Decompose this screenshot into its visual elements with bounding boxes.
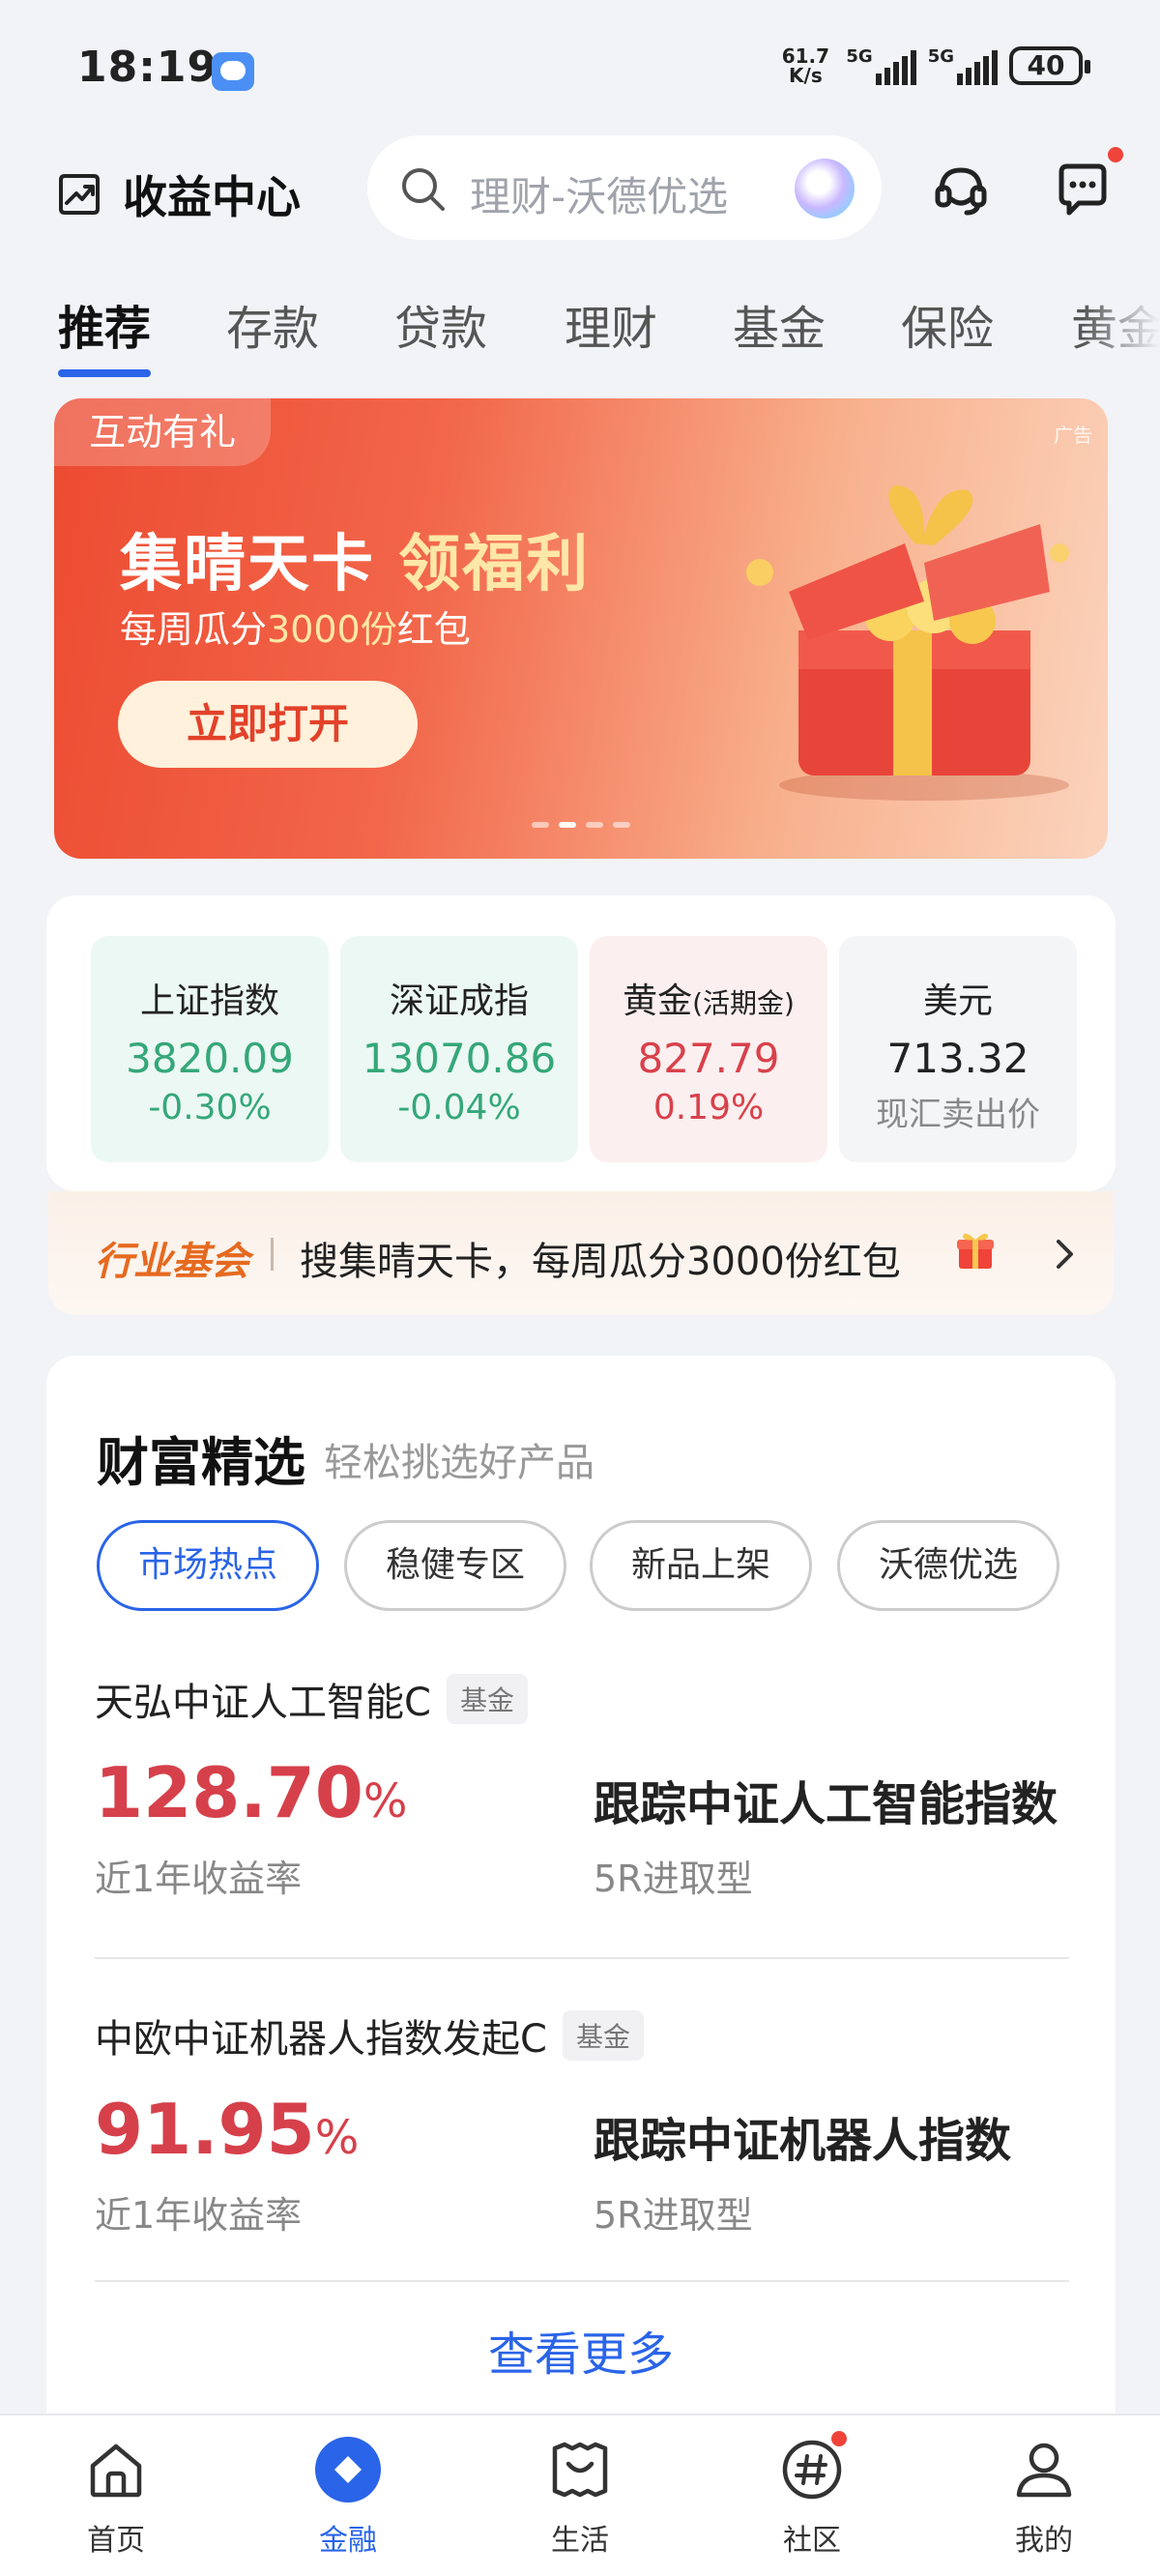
fund-type-badge: 基金 xyxy=(562,2010,644,2061)
fund-return-label: 近1年收益率 xyxy=(95,1858,303,1900)
open-now-button[interactable]: 立即打开 xyxy=(118,681,418,768)
home-icon xyxy=(90,2444,142,2498)
ad-label: 广告 xyxy=(1054,424,1092,447)
carousel-dot xyxy=(532,822,549,828)
finance-diamond-icon xyxy=(315,2437,381,2503)
notice-text: 搜集晴天卡，每周瓜分3000份红包 xyxy=(300,1240,901,1284)
fund-description: 跟踪中证人工智能指数 xyxy=(594,1777,1058,1831)
message-icon[interactable] xyxy=(1052,159,1114,220)
life-ticket-icon xyxy=(552,2442,608,2498)
tabbar-community[interactable]: 社区 xyxy=(735,2431,889,2559)
view-more-link[interactable]: 查看更多 xyxy=(46,2316,1116,2384)
tabbar-life[interactable]: 生活 xyxy=(503,2435,657,2559)
header: 收益中心 理财-沃德优选 xyxy=(0,135,1160,251)
profile-icon xyxy=(1016,2443,1072,2498)
tabbar-finance[interactable]: 金融 xyxy=(271,2435,425,2559)
tab-deposit[interactable]: 存款 xyxy=(226,290,319,358)
chip-new-products[interactable]: 新品上架 xyxy=(590,1520,812,1611)
notice-tag: 行业基会 xyxy=(95,1240,249,1284)
customer-service-headset-icon[interactable] xyxy=(930,159,992,220)
fund-type-badge: 基金 xyxy=(446,1674,528,1724)
carousel-dot xyxy=(613,822,630,828)
fund-risk-level: 5R进取型 xyxy=(594,1858,753,1900)
carousel-dot-active xyxy=(559,822,576,828)
search-placeholder: 理财-沃德优选 xyxy=(470,173,729,220)
market-tile-usd[interactable]: 美元 713.32 现汇卖出价 xyxy=(839,936,1077,1162)
earnings-center-button[interactable]: 收益中心 xyxy=(53,162,301,226)
fund-item[interactable]: 中欧中证机器人指数发起C 基金 91.95% 近1年收益率 跟踪中证机器人指数 … xyxy=(95,2007,1069,2237)
fund-item[interactable]: 天弘中证人工智能C 基金 128.70% 近1年收益率 跟踪中证人工智能指数 5… xyxy=(95,1671,1069,1900)
fund-description: 跟踪中证机器人指数 xyxy=(594,2114,1012,2168)
chevron-right-icon xyxy=(1057,1240,1073,1269)
status-time: 18:19 xyxy=(77,43,218,92)
category-tabs: 推荐 存款 贷款 理财 基金 保险 黄金 xyxy=(0,290,1160,387)
trend-chart-icon xyxy=(59,174,100,215)
message-unread-dot xyxy=(1108,147,1123,162)
tab-active-indicator xyxy=(58,369,151,377)
ai-assistant-icon[interactable] xyxy=(795,159,855,219)
wealth-selection-section: 财富精选 轻松挑选好产品 市场热点 稳健专区 新品上架 沃德优选 天弘中证人工智… xyxy=(46,1356,1116,2419)
fund-return-label: 近1年收益率 xyxy=(95,2194,303,2237)
search-icon xyxy=(402,168,445,211)
carousel-indicator xyxy=(532,822,630,828)
gift-icon xyxy=(957,1233,994,1269)
fund-return-rate: 91.95% xyxy=(95,2089,360,2170)
market-tile-shenzhen-index[interactable]: 深证成指 13070.86 -0.04% xyxy=(340,936,578,1162)
tab-fund[interactable]: 基金 xyxy=(733,290,826,358)
fund-name: 天弘中证人工智能C xyxy=(95,1681,431,1725)
tab-wealth-management[interactable]: 理财 xyxy=(565,290,657,358)
notice-bar[interactable]: 行业基会 搜集晴天卡，每周瓜分3000份红包 xyxy=(48,1191,1114,1315)
market-overview-card: 上证指数 3820.09 -0.30% 深证成指 13070.86 -0.04%… xyxy=(46,895,1116,1191)
market-tile-gold[interactable]: 黄金(活期金) 827.79 0.19% xyxy=(590,936,827,1162)
banner-tag: 互动有礼 xyxy=(54,398,272,466)
carousel-dot xyxy=(586,822,603,828)
signal-icon: 5G xyxy=(846,46,916,85)
divider xyxy=(95,1957,1069,1959)
tabbar-home[interactable]: 首页 xyxy=(39,2435,193,2559)
divider xyxy=(271,1238,274,1271)
promo-banner[interactable]: 互动有礼 广告 集晴天卡 领福利 每周瓜分3000份红包 立即打开 xyxy=(54,398,1108,859)
banner-title: 集晴天卡 领福利 xyxy=(120,529,591,600)
status-bar: 18:19 61.7 K/s 5G 5G 40 xyxy=(0,0,1160,135)
chip-steady[interactable]: 稳健专区 xyxy=(344,1520,566,1611)
community-badge-dot xyxy=(831,2431,847,2446)
fund-return-rate: 128.70% xyxy=(95,1752,408,1833)
status-indicators: 61.7 K/s 5G 5G 40 xyxy=(776,44,1090,87)
section-title: 财富精选 xyxy=(97,1432,305,1493)
battery-icon: 40 xyxy=(1009,46,1090,85)
market-tile-shanghai-index[interactable]: 上证指数 3820.09 -0.30% xyxy=(91,936,329,1162)
message-notification-icon xyxy=(212,52,254,91)
network-speed: 61.7 K/s xyxy=(781,44,830,87)
fund-name: 中欧中证机器人指数发起C xyxy=(95,2017,547,2062)
tab-recommend[interactable]: 推荐 xyxy=(58,290,151,358)
banner-subtitle: 每周瓜分3000份红包 xyxy=(120,608,471,651)
section-subtitle: 轻松挑选好产品 xyxy=(324,1441,594,1485)
bottom-tab-bar: 首页 金融 生活 社区 我的 xyxy=(0,2414,1160,2576)
tabbar-profile[interactable]: 我的 xyxy=(967,2435,1121,2559)
tab-insurance[interactable]: 保险 xyxy=(901,290,994,358)
fund-risk-level: 5R进取型 xyxy=(594,2194,753,2237)
page-title: 收益中心 xyxy=(123,171,301,223)
search-input[interactable]: 理财-沃德优选 xyxy=(367,135,882,240)
chip-wode-selection[interactable]: 沃德优选 xyxy=(837,1520,1059,1611)
signal-icon: 5G xyxy=(928,46,998,85)
tab-loan[interactable]: 贷款 xyxy=(394,290,487,358)
chip-market-hot[interactable]: 市场热点 xyxy=(97,1520,319,1611)
divider xyxy=(95,2280,1069,2282)
gift-box-icon xyxy=(746,485,1069,801)
